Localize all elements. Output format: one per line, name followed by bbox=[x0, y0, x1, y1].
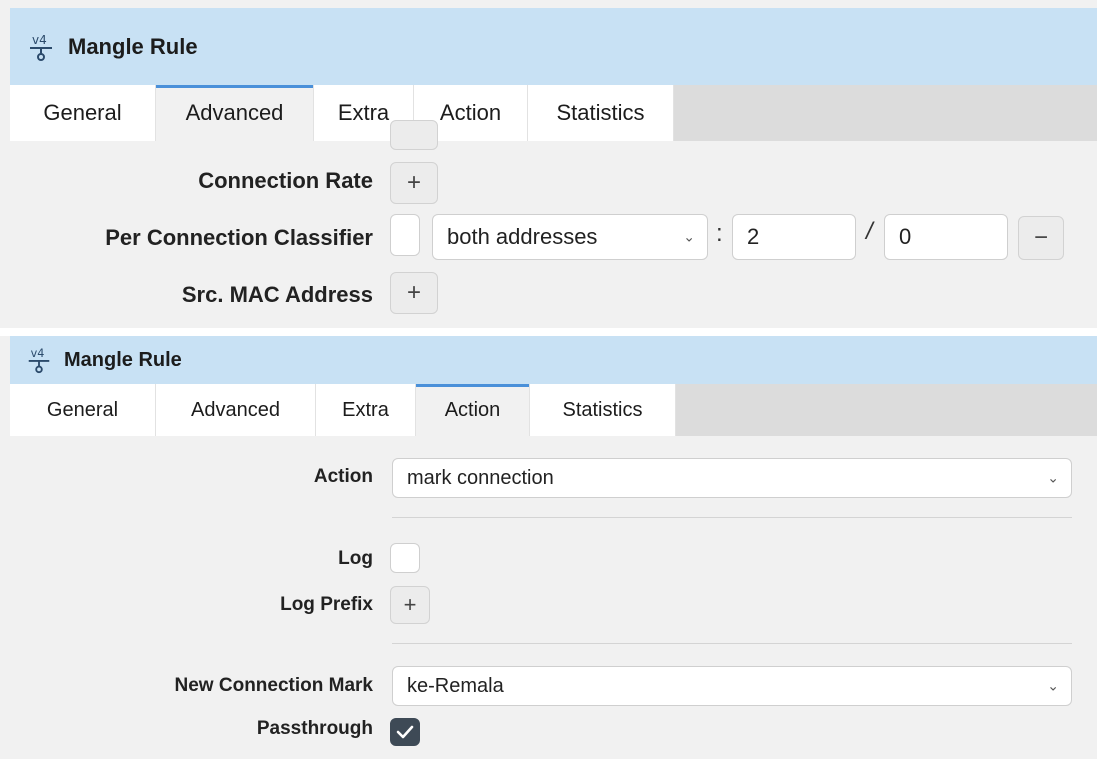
tab-general[interactable]: General bbox=[10, 384, 156, 436]
divider bbox=[392, 643, 1072, 644]
chevron-down-icon: ⌄ bbox=[1047, 469, 1059, 486]
new-connection-mark-value: ke-Remala bbox=[407, 674, 504, 697]
title-bar: v4 Mangle Rule bbox=[10, 336, 1097, 384]
pcc-remainder-input[interactable]: 0 bbox=[884, 214, 1008, 260]
tab-general[interactable]: General bbox=[10, 85, 156, 141]
pcc-label: Per Connection Classifier bbox=[105, 225, 373, 250]
log-label: Log bbox=[338, 548, 373, 569]
tab-action[interactable]: Action bbox=[416, 384, 530, 436]
ipv4-mangle-icon: v4 bbox=[22, 343, 56, 377]
divider bbox=[392, 517, 1072, 518]
scrolled-add-button[interactable] bbox=[390, 120, 438, 150]
pcc-mode-value: both addresses bbox=[447, 224, 598, 249]
pcc-every-input[interactable]: 2 bbox=[732, 214, 856, 260]
action-value: mark connection bbox=[407, 466, 554, 489]
title-bar: v4 Mangle Rule bbox=[10, 8, 1097, 85]
svg-text:v4: v4 bbox=[32, 33, 47, 47]
new-connection-mark-label: New Connection Mark bbox=[174, 675, 373, 696]
pcc-checkbox[interactable] bbox=[390, 214, 420, 256]
pcc-remove-button[interactable]: − bbox=[1018, 216, 1064, 260]
tab-advanced[interactable]: Advanced bbox=[156, 85, 314, 141]
new-connection-mark-select[interactable]: ke-Remala ⌄ bbox=[392, 666, 1072, 706]
svg-text:v4: v4 bbox=[31, 347, 45, 360]
connection-rate-label: Connection Rate bbox=[198, 168, 373, 193]
tab-advanced[interactable]: Advanced bbox=[156, 384, 316, 436]
chevron-down-icon: ⌄ bbox=[1047, 677, 1059, 694]
passthrough-label: Passthrough bbox=[256, 718, 373, 739]
action-label: Action bbox=[313, 466, 373, 487]
src-mac-label: Src. MAC Address bbox=[181, 282, 373, 307]
tab-statistics[interactable]: Statistics bbox=[528, 85, 674, 141]
window-title: Mangle Rule bbox=[64, 348, 182, 371]
tab-extra[interactable]: Extra bbox=[316, 384, 416, 436]
tab-bar: General Advanced Extra Action Statistics bbox=[10, 85, 1097, 141]
action-select[interactable]: mark connection ⌄ bbox=[392, 458, 1072, 498]
log-prefix-add-button[interactable]: + bbox=[390, 586, 430, 624]
ipv4-mangle-icon: v4 bbox=[24, 30, 58, 64]
pcc-mode-select[interactable]: both addresses ⌄ bbox=[432, 214, 708, 260]
chevron-down-icon: ⌄ bbox=[683, 228, 695, 245]
window-title: Mangle Rule bbox=[68, 33, 198, 59]
log-prefix-label: Log Prefix bbox=[280, 594, 373, 615]
tab-statistics[interactable]: Statistics bbox=[530, 384, 676, 436]
mangle-rule-panel-advanced: v4 Mangle Rule General Advanced Extra Ac… bbox=[0, 0, 1097, 328]
mangle-rule-panel-action: v4 Mangle Rule General Advanced Extra Ac… bbox=[0, 336, 1097, 759]
log-checkbox[interactable] bbox=[390, 543, 420, 573]
colon-separator: : bbox=[716, 220, 723, 247]
slash-separator: / bbox=[866, 218, 873, 245]
passthrough-checkbox[interactable] bbox=[390, 718, 420, 746]
tab-bar: General Advanced Extra Action Statistics bbox=[10, 384, 1097, 436]
connection-rate-add-button[interactable]: + bbox=[390, 162, 438, 204]
checkmark-icon bbox=[396, 725, 414, 739]
src-mac-add-button[interactable]: + bbox=[390, 272, 438, 314]
